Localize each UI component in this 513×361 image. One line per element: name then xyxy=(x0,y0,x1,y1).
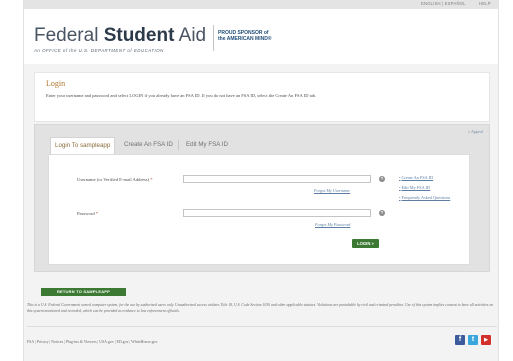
sponsor-tagline: PROUD SPONSOR of the AMERICAN MIND® xyxy=(218,30,272,42)
forgot-username-link[interactable]: Forgot My Username xyxy=(314,188,350,193)
help-question-icon[interactable]: ? xyxy=(379,210,385,216)
login-form: Username (or Verified E-mail Address) * … xyxy=(48,154,470,265)
tab-edit-fsa-id[interactable]: Edit My FSA ID xyxy=(182,137,232,153)
login-card: » Appeal Login To sampleapp Create An FS… xyxy=(34,124,490,272)
side-link-edit-fsa-id[interactable]: •Edit My FSA ID xyxy=(399,183,450,193)
password-label: Password * xyxy=(77,211,98,216)
page-title: Login xyxy=(46,79,66,88)
side-links: •Create An FSA ID •Edit My FSA ID •Frequ… xyxy=(399,173,450,203)
logo-subtitle: An OFFICE of the U.S. DEPARTMENT of EDUC… xyxy=(34,48,164,53)
appeal-link[interactable]: » Appeal xyxy=(468,129,483,134)
tab-create-fsa-id[interactable]: Create An FSA ID xyxy=(120,137,177,153)
username-input[interactable] xyxy=(183,175,371,183)
youtube-icon[interactable]: ▶ xyxy=(481,335,491,345)
password-label-text: Password xyxy=(77,211,95,216)
footer-links[interactable]: FSA | Privacy | Notices | Plug-ins & Vie… xyxy=(27,340,157,344)
logo-text-federal: Federal xyxy=(34,25,104,46)
username-label-text: Username (or Verified E-mail Address) xyxy=(77,177,150,182)
logo-text-aid: Aid xyxy=(174,25,207,46)
required-marker: * xyxy=(95,211,99,216)
site-header: Federal Student Aid An OFFICE of the U.S… xyxy=(24,9,498,64)
login-button[interactable]: LOGIN » xyxy=(352,239,379,248)
forgot-password-link[interactable]: Forgot My Password xyxy=(315,222,350,227)
login-instructions: Enter your username and password and sel… xyxy=(46,93,317,98)
side-link-faq[interactable]: •Frequently Asked Questions xyxy=(399,193,450,203)
help-question-icon[interactable]: ? xyxy=(379,176,385,182)
twitter-icon[interactable]: t xyxy=(468,335,478,345)
fsa-logo[interactable]: Federal Student Aid xyxy=(34,26,206,46)
login-header-panel: Login Enter your username and password a… xyxy=(34,72,490,122)
return-to-app-button[interactable]: RETURN TO SAMPLEAPP xyxy=(41,288,126,296)
logo-divider xyxy=(213,25,214,51)
help-link[interactable]: HELP xyxy=(479,1,491,6)
logo-text-student: Student xyxy=(103,25,175,46)
username-label: Username (or Verified E-mail Address) * xyxy=(77,177,153,182)
footer-divider xyxy=(27,326,497,327)
utility-bar: ENGLISH | ESPAÑOL HELP xyxy=(24,0,498,9)
facebook-icon[interactable]: f xyxy=(455,335,465,345)
required-marker: * xyxy=(150,177,153,182)
password-input[interactable] xyxy=(183,209,371,217)
main-frame: ENGLISH | ESPAÑOL HELP Federal Student A… xyxy=(23,0,499,361)
tab-separator xyxy=(178,140,179,150)
side-link-create-fsa-id[interactable]: •Create An FSA ID xyxy=(399,173,450,183)
security-disclaimer: This is a U.S. Federal Government owned … xyxy=(27,303,494,313)
tab-login[interactable]: Login To sampleapp xyxy=(50,137,116,154)
language-links[interactable]: ENGLISH | ESPAÑOL xyxy=(421,1,466,6)
sponsor-line-2: the AMERICAN MIND® xyxy=(218,36,272,42)
page: ENGLISH | ESPAÑOL HELP Federal Student A… xyxy=(0,0,513,361)
